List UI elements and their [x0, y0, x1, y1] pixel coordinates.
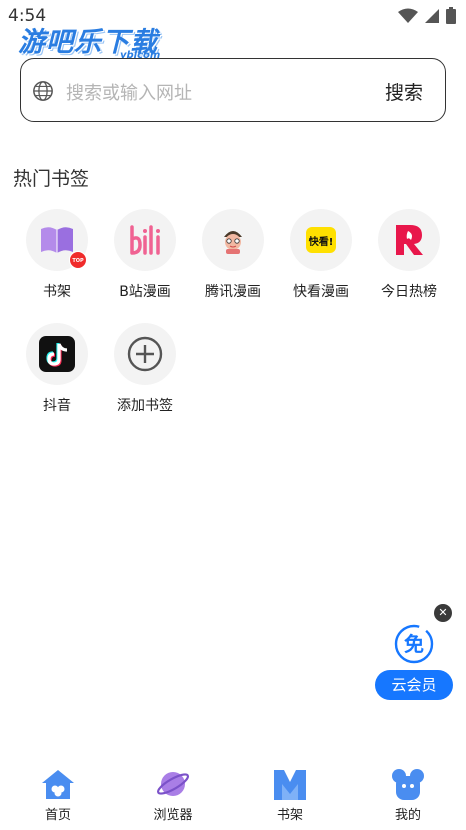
- nav-browser[interactable]: 浏览器: [128, 766, 218, 823]
- bilibili-comics-icon: [130, 225, 160, 255]
- bookmark-icon-container: [26, 323, 88, 385]
- bookmark-icon-container: [378, 209, 440, 271]
- bookmark-add[interactable]: 添加书签: [101, 323, 189, 415]
- status-icons: [398, 7, 456, 24]
- section-title-hot-bookmarks: 热门书签: [13, 168, 90, 190]
- bookmark-icon-container: TOP: [26, 209, 88, 271]
- globe-icon: [33, 81, 53, 101]
- bookmark-label: 抖音: [43, 398, 71, 414]
- nav-label: 书架: [276, 808, 303, 823]
- bookmark-label: 添加书签: [117, 398, 173, 414]
- bookmark-icon-container: [114, 209, 176, 271]
- bookmark-icon-container: [114, 323, 176, 385]
- book-icon: [274, 770, 306, 800]
- battery-icon: [446, 7, 456, 24]
- planet-browser-icon: [156, 772, 190, 796]
- signal-icon: [425, 8, 439, 23]
- bookmark-kuaikan-comics[interactable]: 快看! 快看漫画: [277, 209, 365, 301]
- search-bar[interactable]: 搜索或输入网址 搜索: [20, 58, 446, 122]
- home-icon: [42, 770, 74, 799]
- nav-label: 浏览器: [153, 808, 193, 823]
- bookmark-bilibili-comics[interactable]: B站漫画: [101, 209, 189, 301]
- search-input[interactable]: 搜索或输入网址: [66, 79, 192, 105]
- nav-label: 首页: [44, 808, 71, 823]
- profile-icon: [392, 769, 424, 800]
- bookmark-tencent-comics[interactable]: 腾讯漫画: [189, 209, 277, 301]
- bookmark-douyin[interactable]: 抖音: [13, 323, 101, 415]
- kuaikan-icon-text: 快看!: [308, 236, 334, 248]
- add-bookmark-icon: [127, 336, 163, 372]
- wifi-icon: [398, 8, 418, 23]
- cloud-member-button[interactable]: 云会员: [375, 670, 453, 700]
- bookmark-label: 快看漫画: [293, 284, 349, 300]
- douyin-icon: [39, 336, 75, 372]
- tencent-comics-icon: [224, 231, 242, 254]
- top-badge: TOP: [69, 251, 87, 269]
- kuaikan-comics-icon: 快看!: [306, 227, 336, 253]
- free-badge-text: 免: [404, 632, 424, 656]
- bookmark-label: 今日热榜: [381, 284, 437, 300]
- free-badge-icon[interactable]: 免: [394, 624, 434, 664]
- bookmark-label: B站漫画: [119, 284, 171, 300]
- nav-label: 我的: [394, 808, 421, 823]
- close-icon[interactable]: ✕: [434, 604, 452, 622]
- bookmark-bookshelf[interactable]: TOP 书架: [13, 209, 101, 301]
- nav-profile[interactable]: 我的: [363, 766, 453, 823]
- bookshelf-icon: [41, 227, 73, 253]
- today-hot-icon: [396, 225, 423, 255]
- bottom-nav: 首页 浏览器 书架 我的: [0, 766, 466, 830]
- search-button[interactable]: 搜索: [385, 78, 423, 105]
- bookmark-label: 腾讯漫画: [205, 284, 261, 300]
- bookmark-icon-container: [202, 209, 264, 271]
- bookmark-icon-container: 快看!: [290, 209, 352, 271]
- bookmark-label: 书架: [43, 284, 71, 300]
- bookmark-today-hot[interactable]: 今日热榜: [365, 209, 453, 301]
- nav-home[interactable]: 首页: [13, 766, 103, 823]
- nav-bookshelf[interactable]: 书架: [245, 766, 335, 823]
